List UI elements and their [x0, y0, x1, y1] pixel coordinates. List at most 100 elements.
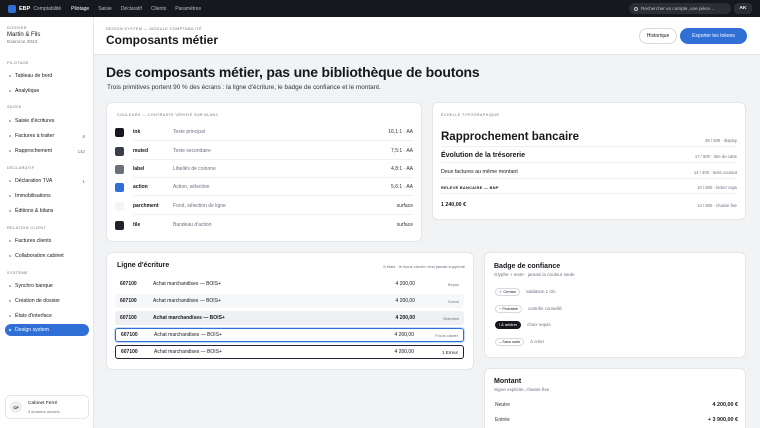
cabinet-avatar: CF — [10, 401, 22, 413]
color-token-parchment: parchment Fond, sélection de ligne surface — [115, 197, 413, 215]
sidebar-item-collaboration-cabinet[interactable]: Collaboration cabinet — [5, 250, 89, 262]
color-token-tile: tile Bandeau d'action surface — [115, 216, 413, 234]
divider — [133, 140, 413, 141]
client-name[interactable]: Martin & Fils — [7, 32, 40, 38]
export-tokens-button[interactable]: Exporter les tokens — [680, 28, 747, 44]
amount-label: Neutre — [495, 402, 511, 408]
color-token-name: ink — [133, 129, 141, 135]
entry-label: Achat marchandises — BOIS+ — [153, 298, 221, 304]
count-badge: 8 — [82, 133, 85, 139]
type-sample-kicker: RELEVÉ BANCAIRE — BNP 10 / 600 · kicker … — [441, 183, 737, 194]
type-sample-text: Évolution de la trésorerie — [441, 152, 526, 159]
contrast-ratio: 4,8:1 · AA — [391, 166, 413, 172]
search-input[interactable]: Rechercher un compte, une pièce… — [629, 3, 731, 14]
color-token-name: muted — [133, 148, 148, 154]
color-token-usage: Bandeau d'action — [173, 222, 212, 228]
entry-amount: 4 200,00 — [394, 332, 414, 338]
divider — [441, 193, 737, 194]
section-title-relation-client: RELATION CLIENT — [7, 226, 47, 230]
bullet-icon — [9, 315, 11, 317]
badge-row-certain: ✓ Certain validation 1 clic — [495, 287, 556, 296]
color-swatch — [115, 146, 124, 156]
entry-amount: 4 200,00 — [395, 315, 415, 321]
color-swatch — [115, 220, 124, 230]
sidebar-item-rapprochement[interactable]: Rapprochement 142 — [5, 145, 89, 157]
sidebar-item-label: Création de dossier — [15, 298, 60, 304]
colors-card: COULEURS — CONTRASTE VÉRIFIÉ SUR BLANC i… — [106, 102, 422, 242]
sidebar-item-label: Synchro banque — [15, 283, 53, 289]
color-swatch — [115, 127, 124, 137]
sidebar-item-label: Rapprochement — [15, 148, 52, 154]
type-sample-body: Deux factures au même montant 14 / 400 ·… — [441, 167, 737, 179]
state-label: Repos — [447, 281, 459, 287]
bullet-icon — [9, 135, 11, 137]
top-nav-pilotage[interactable]: Pilotage — [71, 6, 89, 12]
error-state-label: 1 Erreur — [442, 349, 458, 355]
sidebar-item-factures-clients[interactable]: Factures clients — [5, 235, 89, 247]
color-token-label: label Libellés de colonne 4,8:1 · AA — [115, 160, 413, 178]
sidebar-item-declaration-tva[interactable]: Déclaration TVA 1 — [5, 175, 89, 187]
sidebar-item-label: Tableau de bord — [15, 73, 53, 79]
bullet-icon — [9, 75, 11, 77]
typography-card-label: ÉCHELLE TYPOGRAPHIQUE — [441, 113, 500, 117]
ledger-row-focus[interactable]: 607100 Achat marchandises — BOIS+ 4 200,… — [115, 328, 464, 342]
section-title-declaratif: DÉCLARATIF — [7, 166, 35, 170]
top-nav-declaratif[interactable]: Déclaratif — [121, 6, 142, 12]
badge-desc: choix requis — [527, 322, 551, 327]
color-swatch — [115, 182, 124, 192]
breadcrumb: DESIGN SYSTEM — MODULE COMPTABILITÉ — [106, 27, 202, 31]
sidebar-item-design-system[interactable]: Design system — [5, 324, 89, 336]
badge-a-arbitrer: ! À arbitrer — [495, 320, 522, 329]
bullet-icon — [9, 300, 11, 302]
sidebar-item-etats-interface[interactable]: États d'interface — [5, 310, 89, 322]
amount-row-income: Entrée + 3 900,00 € — [495, 417, 738, 427]
sidebar-item-saisie-ecritures[interactable]: Saisie d'écritures — [5, 115, 89, 127]
workspace-switcher[interactable]: CF Cabinet Ferré 3 dossiers ouverts — [5, 395, 89, 419]
sidebar-item-editions-bilans[interactable]: Éditions & bilans — [5, 205, 89, 217]
color-token-name: tile — [133, 222, 141, 228]
ledger-row-error[interactable]: 607100 Achat marchandises — BOIS+ 4 200,… — [115, 345, 464, 359]
bullet-icon — [9, 210, 11, 212]
entry-label: Achat marchandises — BOIS+ — [153, 281, 221, 287]
amount-value: + 3 900,00 € — [707, 417, 738, 423]
contrast-ratio: surface — [396, 203, 413, 209]
dossier-label: DOSSIER — [7, 26, 27, 30]
confidence-badge-card: Badge de confiance Glyphe + texte · jama… — [484, 252, 746, 358]
top-nav-saisie[interactable]: Saisie — [98, 6, 112, 12]
color-token-action: action Action, sélection 5,6:1 · AA — [115, 178, 413, 196]
sidebar-item-label: Analytique — [15, 88, 40, 94]
entry-label: Achat marchandises — BOIS+ — [153, 315, 225, 321]
type-sample-text: Rapprochement bancaire — [441, 131, 580, 143]
state-label: Survol — [447, 298, 459, 304]
ledger-row-hover[interactable]: 607100 Achat marchandises — BOIS+ 4 200,… — [115, 294, 464, 308]
badge-probable: ~ Probable — [495, 304, 522, 313]
color-token-name: parchment — [133, 203, 159, 209]
top-nav-parametres[interactable]: Paramètres — [175, 6, 201, 12]
exercise-label: Exercice 2024 — [7, 40, 38, 45]
badge-row-probable: ~ Probable contrôle conseillé — [495, 304, 562, 313]
history-button[interactable]: Historique — [639, 28, 677, 44]
contrast-ratio: 16,1:1 · AA — [388, 129, 413, 135]
divider — [133, 195, 413, 196]
user-avatar[interactable]: AK — [734, 3, 752, 14]
sidebar-item-factures-a-traiter[interactable]: Factures à traiter 8 — [5, 130, 89, 142]
brand-subtitle: Comptabilité — [33, 5, 62, 12]
ledger-row-rest[interactable]: 607100 Achat marchandises — BOIS+ 4 200,… — [115, 277, 464, 291]
sidebar-item-creation-dossier[interactable]: Création de dossier — [5, 295, 89, 307]
bullet-icon — [9, 150, 11, 152]
sidebar-item-immobilisations[interactable]: Immobilisations — [5, 190, 89, 202]
type-sample-meta: 28 / 600 · display — [705, 138, 737, 143]
amount-label: Entrée — [495, 417, 510, 423]
bullet-icon — [9, 195, 11, 197]
sidebar-item-tableau-de-bord[interactable]: Tableau de bord — [5, 70, 89, 82]
badge-row-sans-suite: – Sans suite à créer — [495, 337, 544, 346]
top-nav-clients[interactable]: Clients — [151, 6, 166, 12]
contrast-ratio: 7,5:1 · AA — [391, 148, 413, 154]
bullet-icon — [9, 285, 11, 287]
color-token-usage: Texte principal — [173, 129, 205, 135]
sidebar-item-analytique[interactable]: Analytique — [5, 85, 89, 97]
ledger-row-selected[interactable]: 607100 Achat marchandises — BOIS+ 4 200,… — [115, 311, 464, 325]
badge-card-subtitle: Glyphe + texte · jamais la couleur seule — [494, 272, 575, 277]
sidebar-item-synchro-banque[interactable]: Synchro banque — [5, 280, 89, 292]
page-header: DESIGN SYSTEM — MODULE COMPTABILITÉ Comp… — [94, 17, 760, 55]
